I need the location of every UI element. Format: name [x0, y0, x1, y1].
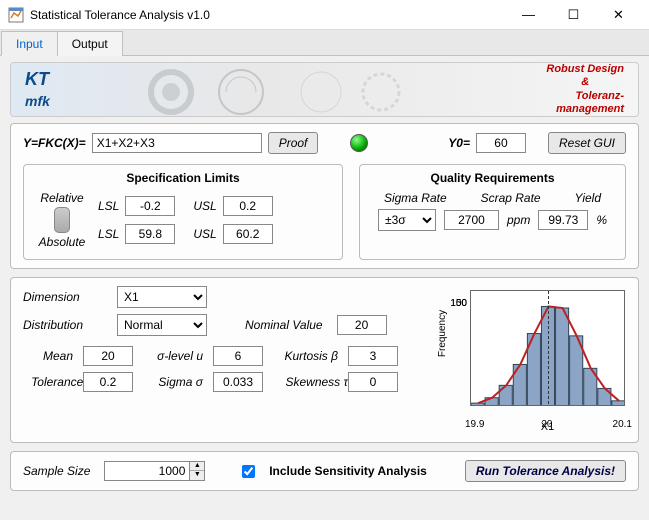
sigma-label: Sigma σ	[143, 375, 203, 389]
sample-size-input[interactable]	[104, 461, 189, 481]
chart-xlabel: X1	[471, 421, 624, 433]
spinner-up[interactable]: ▲	[190, 462, 204, 471]
relative-label: Relative	[34, 191, 90, 205]
kurtosis-label: Kurtosis β	[273, 349, 338, 363]
lsl-abs-input[interactable]	[125, 224, 175, 244]
scrap-rate-label: Scrap Rate	[481, 191, 541, 205]
spinner-down[interactable]: ▼	[190, 471, 204, 480]
titlebar: Statistical Tolerance Analysis v1.0 — ☐ …	[0, 0, 649, 30]
nominal-label: Nominal Value	[245, 318, 323, 332]
window-title: Statistical Tolerance Analysis v1.0	[30, 8, 506, 22]
reset-gui-button[interactable]: Reset GUI	[548, 132, 626, 154]
fkc-input[interactable]	[92, 133, 262, 153]
lsl-abs-label: LSL	[98, 227, 119, 241]
mean-input[interactable]	[83, 346, 133, 366]
include-sensitivity-label: Include Sensitivity Analysis	[269, 464, 427, 478]
dimension-select[interactable]: X1	[117, 286, 207, 308]
tab-output[interactable]: Output	[57, 31, 123, 56]
sample-size-spinner[interactable]: ▲▼	[104, 461, 205, 481]
sigma-input[interactable]	[213, 372, 263, 392]
close-button[interactable]: ✕	[596, 1, 641, 29]
absolute-label: Absolute	[34, 235, 90, 249]
tolerance-input[interactable]	[83, 372, 133, 392]
lsl-rel-label: LSL	[98, 199, 119, 213]
proof-button[interactable]: Proof	[268, 132, 319, 154]
y0-label: Y0=	[448, 136, 470, 150]
run-analysis-button[interactable]: Run Tolerance Analysis!	[465, 460, 626, 482]
sigma-rate-label: Sigma Rate	[384, 191, 447, 205]
usl-rel-input[interactable]	[223, 196, 273, 216]
scrap-rate-input[interactable]	[444, 210, 499, 230]
usl-abs-label: USL	[193, 227, 216, 241]
usl-abs-input[interactable]	[223, 224, 273, 244]
minimize-button[interactable]: —	[506, 1, 551, 29]
tab-input[interactable]: Input	[1, 31, 58, 56]
dimension-label: Dimension	[23, 290, 103, 304]
fkc-label: Y=FKC(X)=	[23, 136, 86, 150]
chart-ylabel: Frequency	[437, 310, 448, 357]
ppm-label: ppm	[507, 213, 530, 227]
banner-artwork	[141, 67, 461, 117]
tolerance-label: Tolerance t	[23, 375, 90, 389]
usl-rel-label: USL	[193, 199, 216, 213]
skewness-label: Skewness τ	[273, 375, 348, 389]
tab-bar: Input Output	[0, 30, 649, 56]
sigma-rate-select[interactable]: ±3σ	[378, 209, 436, 231]
header-banner: KT mfk Robust Design & Toleranz- managem…	[10, 62, 639, 117]
qual-title: Quality Requirements	[370, 171, 615, 185]
status-led	[350, 134, 368, 152]
sigma-level-label: σ-level u	[143, 349, 203, 363]
relative-absolute-slider[interactable]	[54, 207, 70, 233]
app-icon	[8, 7, 24, 23]
distribution-select[interactable]: Normal	[117, 314, 207, 336]
logo-kt-mfk: KT mfk	[25, 69, 50, 111]
lsl-rel-input[interactable]	[125, 196, 175, 216]
sample-size-label: Sample Size	[23, 464, 90, 478]
spec-title: Specification Limits	[34, 171, 332, 185]
sigma-level-input[interactable]	[213, 346, 263, 366]
distribution-label: Distribution	[23, 318, 103, 332]
include-sensitivity-checkbox[interactable]	[242, 465, 255, 478]
distribution-chart: Frequency 150 100 50 0 19.9 20 20.1 X1	[470, 290, 625, 406]
maximize-button[interactable]: ☐	[551, 1, 596, 29]
kurtosis-input[interactable]	[348, 346, 398, 366]
y0-input[interactable]	[476, 133, 526, 153]
mean-label: Mean	[23, 349, 73, 363]
skewness-input[interactable]	[348, 372, 398, 392]
yield-label: Yield	[575, 191, 601, 205]
banner-text: Robust Design & Toleranz- management	[546, 63, 624, 116]
pct-label: %	[596, 213, 607, 227]
nominal-input[interactable]	[337, 315, 387, 335]
yield-input[interactable]	[538, 210, 588, 230]
